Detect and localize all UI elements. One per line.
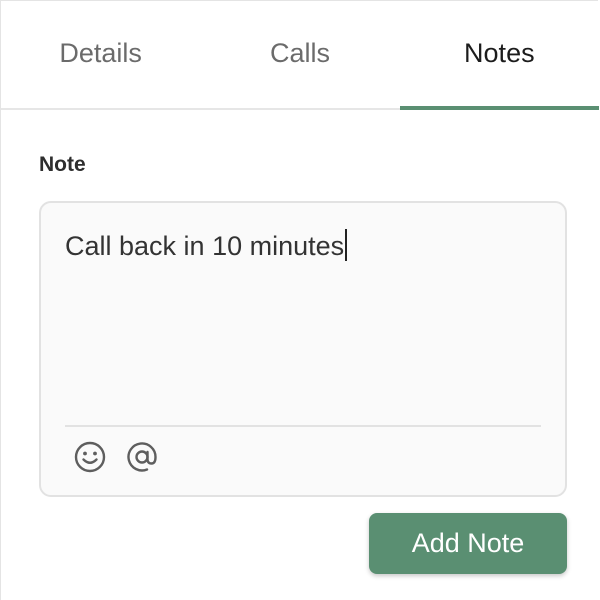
note-toolbar-divider [65, 425, 541, 427]
note-text-value[interactable]: Call back in 10 minutes [65, 229, 541, 262]
at-mention-icon[interactable] [125, 439, 159, 475]
add-note-button[interactable]: Add Note [369, 513, 567, 574]
text-caret [345, 229, 348, 261]
add-note-button-label: Add Note [411, 528, 525, 558]
note-text-content: Call back in 10 minutes [65, 231, 345, 261]
tab-notes[interactable]: Notes [399, 1, 600, 110]
emoji-smile-icon[interactable] [73, 439, 107, 475]
note-textarea[interactable]: Call back in 10 minutes [39, 201, 567, 497]
tab-bar: Details Calls Notes [1, 1, 600, 110]
note-field-label: Note [39, 153, 86, 176]
tab-calls[interactable]: Calls [200, 1, 399, 108]
tab-calls-label: Calls [269, 38, 330, 68]
tab-notes-label: Notes [464, 38, 535, 68]
tab-details-label: Details [59, 38, 142, 68]
tab-details[interactable]: Details [1, 1, 200, 108]
notes-panel: Details Calls Notes Note Call back in 10… [0, 0, 600, 600]
